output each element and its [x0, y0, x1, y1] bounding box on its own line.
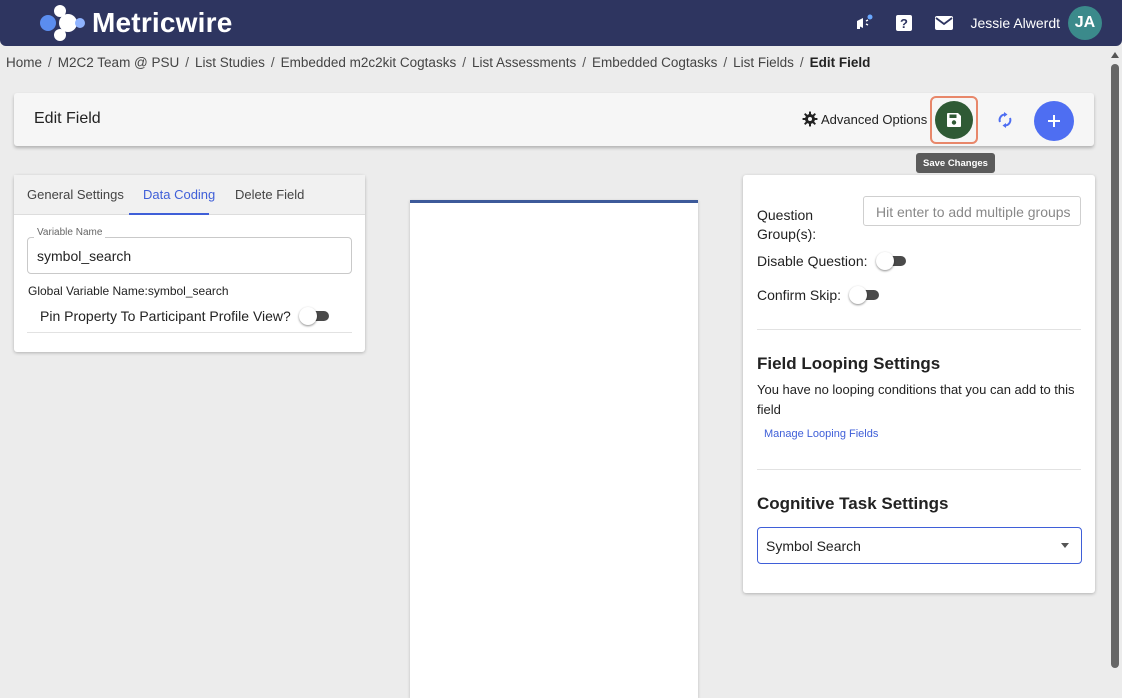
breadcrumb-assessment[interactable]: Embedded Cogtasks: [592, 55, 717, 70]
save-button[interactable]: [935, 101, 973, 139]
global-variable-name: Global Variable Name:symbol_search: [28, 284, 229, 298]
page-header: Edit Field Advanced Options: [14, 93, 1094, 146]
breadcrumb-home[interactable]: Home: [6, 55, 42, 70]
breadcrumb-separator: /: [270, 55, 275, 70]
save-icon: [947, 113, 961, 127]
breadcrumb-list-assessments[interactable]: List Assessments: [472, 55, 576, 70]
cognitive-task-select[interactable]: Symbol Search: [757, 527, 1082, 564]
top-navbar: Metricwire ? Jessie Alwerdt JA: [0, 0, 1122, 46]
breadcrumb-separator: /: [462, 55, 466, 70]
confirm-skip-label: Confirm Skip:: [757, 287, 842, 303]
save-button-highlight: [930, 96, 978, 144]
variable-name-value: symbol_search: [37, 248, 132, 264]
user-name[interactable]: Jessie Alwerdt: [971, 15, 1060, 31]
variable-name-label: Variable Name: [34, 227, 106, 238]
confirm-skip-toggle[interactable]: [849, 286, 881, 304]
help-icon[interactable]: ?: [893, 12, 915, 34]
question-groups-input[interactable]: Hit enter to add multiple groups: [863, 196, 1081, 226]
question-groups-label: Question Group(s):: [757, 207, 817, 242]
looping-settings-text: You have no looping conditions that you …: [757, 382, 1075, 417]
breadcrumb-current: Edit Field: [809, 55, 871, 70]
megaphone-icon[interactable]: [853, 12, 875, 34]
advanced-options-label: Advanced Options: [821, 111, 928, 127]
divider: [757, 329, 1081, 330]
page-scrollbar[interactable]: [1108, 46, 1122, 698]
breadcrumb-separator: /: [582, 55, 587, 70]
breadcrumb-study[interactable]: Embedded m2c2kit Cogtasks: [281, 55, 457, 70]
gear-icon: [802, 111, 818, 127]
metricwire-logo-icon: [40, 5, 85, 41]
page-title: Edit Field: [34, 110, 101, 127]
manage-looping-link[interactable]: Manage Looping Fields: [764, 428, 878, 440]
breadcrumb-list-fields[interactable]: List Fields: [733, 55, 794, 70]
confirm-skip-row: Confirm Skip:: [757, 286, 881, 304]
field-preview-pane: [410, 200, 698, 698]
variable-name-field[interactable]: symbol_search: [27, 237, 352, 274]
breadcrumb: Home / M2C2 Team @ PSU / List Studies / Embedd…: [6, 55, 870, 70]
tab-general-settings[interactable]: General Settings: [27, 187, 124, 202]
field-settings-panel: General Settings Data Coding Delete Fiel…: [14, 175, 365, 352]
save-tooltip: Save Changes: [916, 153, 995, 173]
divider: [27, 332, 352, 333]
brand-logo[interactable]: Metricwire: [38, 5, 233, 41]
breadcrumb-separator: /: [799, 55, 804, 70]
question-settings-panel: Question Group(s): Hit enter to add mult…: [743, 175, 1095, 593]
scrollbar-thumb[interactable]: [1111, 64, 1119, 668]
pin-property-row: Pin Property To Participant Profile View…: [40, 307, 331, 325]
question-groups-placeholder: Hit enter to add multiple groups: [876, 204, 1071, 220]
breadcrumb-separator: /: [723, 55, 728, 70]
plus-icon: [1048, 115, 1060, 127]
divider: [757, 469, 1081, 470]
nav-icon-group: ? Jessie Alwerdt JA: [835, 0, 1102, 46]
tab-data-coding[interactable]: Data Coding: [143, 187, 215, 202]
active-tab-indicator: [129, 213, 209, 215]
breadcrumb-separator: /: [48, 55, 52, 70]
scroll-up-arrow-icon[interactable]: [1111, 52, 1119, 58]
breadcrumb-separator: /: [185, 55, 190, 70]
avatar[interactable]: JA: [1068, 6, 1102, 40]
mail-icon[interactable]: [933, 12, 955, 34]
pin-property-toggle[interactable]: [298, 307, 331, 325]
advanced-options-button[interactable]: Advanced Options: [802, 111, 927, 127]
chevron-down-icon: [1061, 543, 1069, 548]
refresh-button[interactable]: [992, 107, 1018, 133]
breadcrumb-team[interactable]: M2C2 Team @ PSU: [58, 55, 180, 70]
cognitive-task-title: Cognitive Task Settings: [757, 494, 949, 513]
cognitive-task-value: Symbol Search: [766, 538, 861, 554]
disable-question-row: Disable Question:: [757, 252, 908, 270]
svg-text:?: ?: [900, 16, 908, 31]
looping-settings-title: Field Looping Settings: [757, 354, 941, 373]
breadcrumb-list-studies[interactable]: List Studies: [195, 55, 265, 70]
refresh-icon: [998, 112, 1012, 128]
add-button[interactable]: [1034, 101, 1074, 141]
settings-tabs: General Settings Data Coding Delete Fiel…: [14, 175, 365, 215]
disable-question-toggle[interactable]: [875, 252, 908, 270]
brand-name: Metricwire: [92, 7, 233, 38]
pin-property-label: Pin Property To Participant Profile View…: [40, 308, 291, 324]
disable-question-label: Disable Question:: [757, 253, 868, 269]
tab-delete-field[interactable]: Delete Field: [235, 187, 304, 202]
